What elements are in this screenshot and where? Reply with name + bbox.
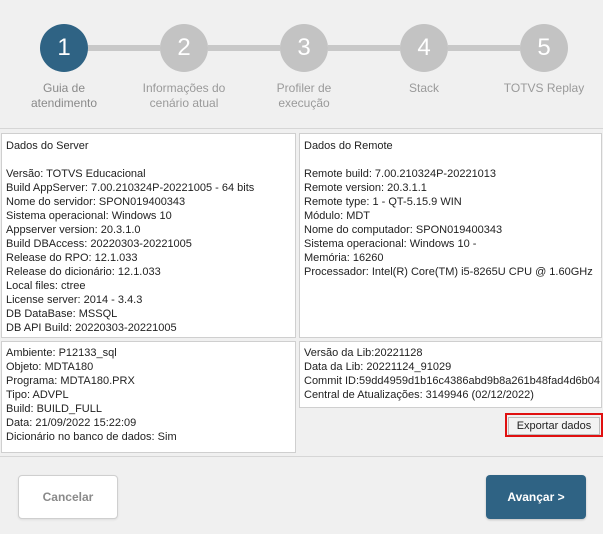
server-info-line: Appserver version: 20.3.1.0 — [6, 224, 141, 236]
remote-info-line: Memória: 16260 — [304, 252, 384, 264]
remote-info-panel: Dados do Remote Remote build: 7.00.21032… — [299, 133, 602, 338]
step-2-circle[interactable]: 2 — [160, 24, 208, 72]
footer-divider — [0, 456, 603, 457]
step-2-label-line1: Informações do — [142, 81, 226, 95]
env-info-line: Data: 21/09/2022 15:22:09 — [6, 417, 137, 429]
server-info-line: Release do dicionário: 12.1.033 — [6, 266, 161, 278]
environment-info-panel: Ambiente: P12133_sql Objeto: MDTA180 Pro… — [1, 341, 296, 453]
export-data-button[interactable]: Exportar dados — [508, 417, 600, 435]
step-4-label: Stack — [369, 81, 479, 96]
lib-info-line: Data da Lib: 20221124_91029 — [304, 361, 452, 373]
step-5-circle[interactable]: 5 — [520, 24, 568, 72]
step-5-label: TOTVS Replay — [489, 81, 599, 96]
wizard-stepper: 1 2 3 4 5 Guia de atendimento Informaçõe… — [0, 0, 603, 128]
server-info-line: Versão: TOTVS Educacional — [6, 168, 146, 180]
cancel-button[interactable]: Cancelar — [18, 475, 118, 519]
server-info-line: Release do RPO: 12.1.033 — [6, 252, 138, 264]
step-connector — [208, 45, 280, 51]
server-info-line: Nome do servidor: SPON019400343 — [6, 196, 186, 208]
step-2-label-line2: cenário atual — [149, 96, 219, 110]
export-highlight-box: Exportar dados — [505, 413, 603, 437]
remote-info-line: Remote version: 20.3.1.1 — [304, 182, 427, 194]
step-3-label-line2: execução — [278, 96, 330, 110]
lib-info-line: Versão da Lib:20221128 — [304, 347, 423, 359]
remote-info-line: Remote type: 1 - QT-5.15.9 WIN — [304, 196, 462, 208]
step-1-circle[interactable]: 1 — [40, 24, 88, 72]
server-info-line: DB DataBase: MSSQL — [6, 308, 118, 320]
server-info-line: DB API Build: 20220303-20221005 — [6, 322, 177, 334]
server-info-line: Build AppServer: 7.00.210324P-20221005 -… — [6, 182, 255, 194]
remote-info-line: Remote build: 7.00.210324P-20221013 — [304, 168, 497, 180]
env-info-line: Ambiente: P12133_sql — [6, 347, 117, 359]
next-button[interactable]: Avançar > — [486, 475, 586, 519]
step-connector — [88, 45, 160, 51]
step-3-label: Profiler de execução — [249, 81, 359, 111]
step-1-label-line2: atendimento — [30, 96, 98, 110]
step-connector — [328, 45, 400, 51]
remote-info-line: Módulo: MDT — [304, 210, 371, 222]
step-3-circle[interactable]: 3 — [280, 24, 328, 72]
step-connector — [448, 45, 520, 51]
step-2-label: Informações do cenário atual — [129, 81, 239, 111]
env-info-line: Build: BUILD_FULL — [6, 403, 102, 415]
step-1-label: Guia de atendimento — [9, 81, 119, 111]
step-4-circle[interactable]: 4 — [400, 24, 448, 72]
lib-info-line: Commit ID:59dd4959d1b16c4386abd9b8a261b4… — [304, 375, 601, 387]
lib-info-line: Central de Atualizações: 3149946 (02/12/… — [304, 389, 534, 401]
remote-info-line: Sistema operacional: Windows 10 - — [304, 238, 477, 250]
env-info-line: Dicionário no banco de dados: Sim — [6, 431, 177, 443]
step-3-label-line1: Profiler de — [276, 81, 332, 95]
lib-info-panel: Versão da Lib:20221128 Data da Lib: 2022… — [299, 341, 602, 408]
server-panel-title: Dados do Server — [6, 140, 89, 152]
remote-panel-title: Dados do Remote — [304, 140, 393, 152]
remote-info-line: Processador: Intel(R) Core(TM) i5-8265U … — [304, 266, 593, 278]
server-info-line: License server: 2014 - 3.4.3 — [6, 294, 143, 306]
step-1-label-line1: Guia de — [42, 81, 86, 95]
header-divider — [0, 128, 603, 129]
server-info-panel: Dados do Server Versão: TOTVS Educaciona… — [1, 133, 296, 338]
env-info-line: Programa: MDTA180.PRX — [6, 375, 135, 387]
env-info-line: Tipo: ADVPL — [6, 389, 69, 401]
remote-info-line: Nome do computador: SPON019400343 — [304, 224, 503, 236]
step-4-label-line1: Stack — [408, 81, 439, 95]
env-info-line: Objeto: MDTA180 — [6, 361, 94, 373]
server-info-line: Local files: ctree — [6, 280, 86, 292]
step-5-label-line1: TOTVS Replay — [503, 81, 585, 95]
server-info-line: Sistema operacional: Windows 10 — [6, 210, 172, 222]
server-info-line: Build DBAccess: 20220303-20221005 — [6, 238, 192, 250]
